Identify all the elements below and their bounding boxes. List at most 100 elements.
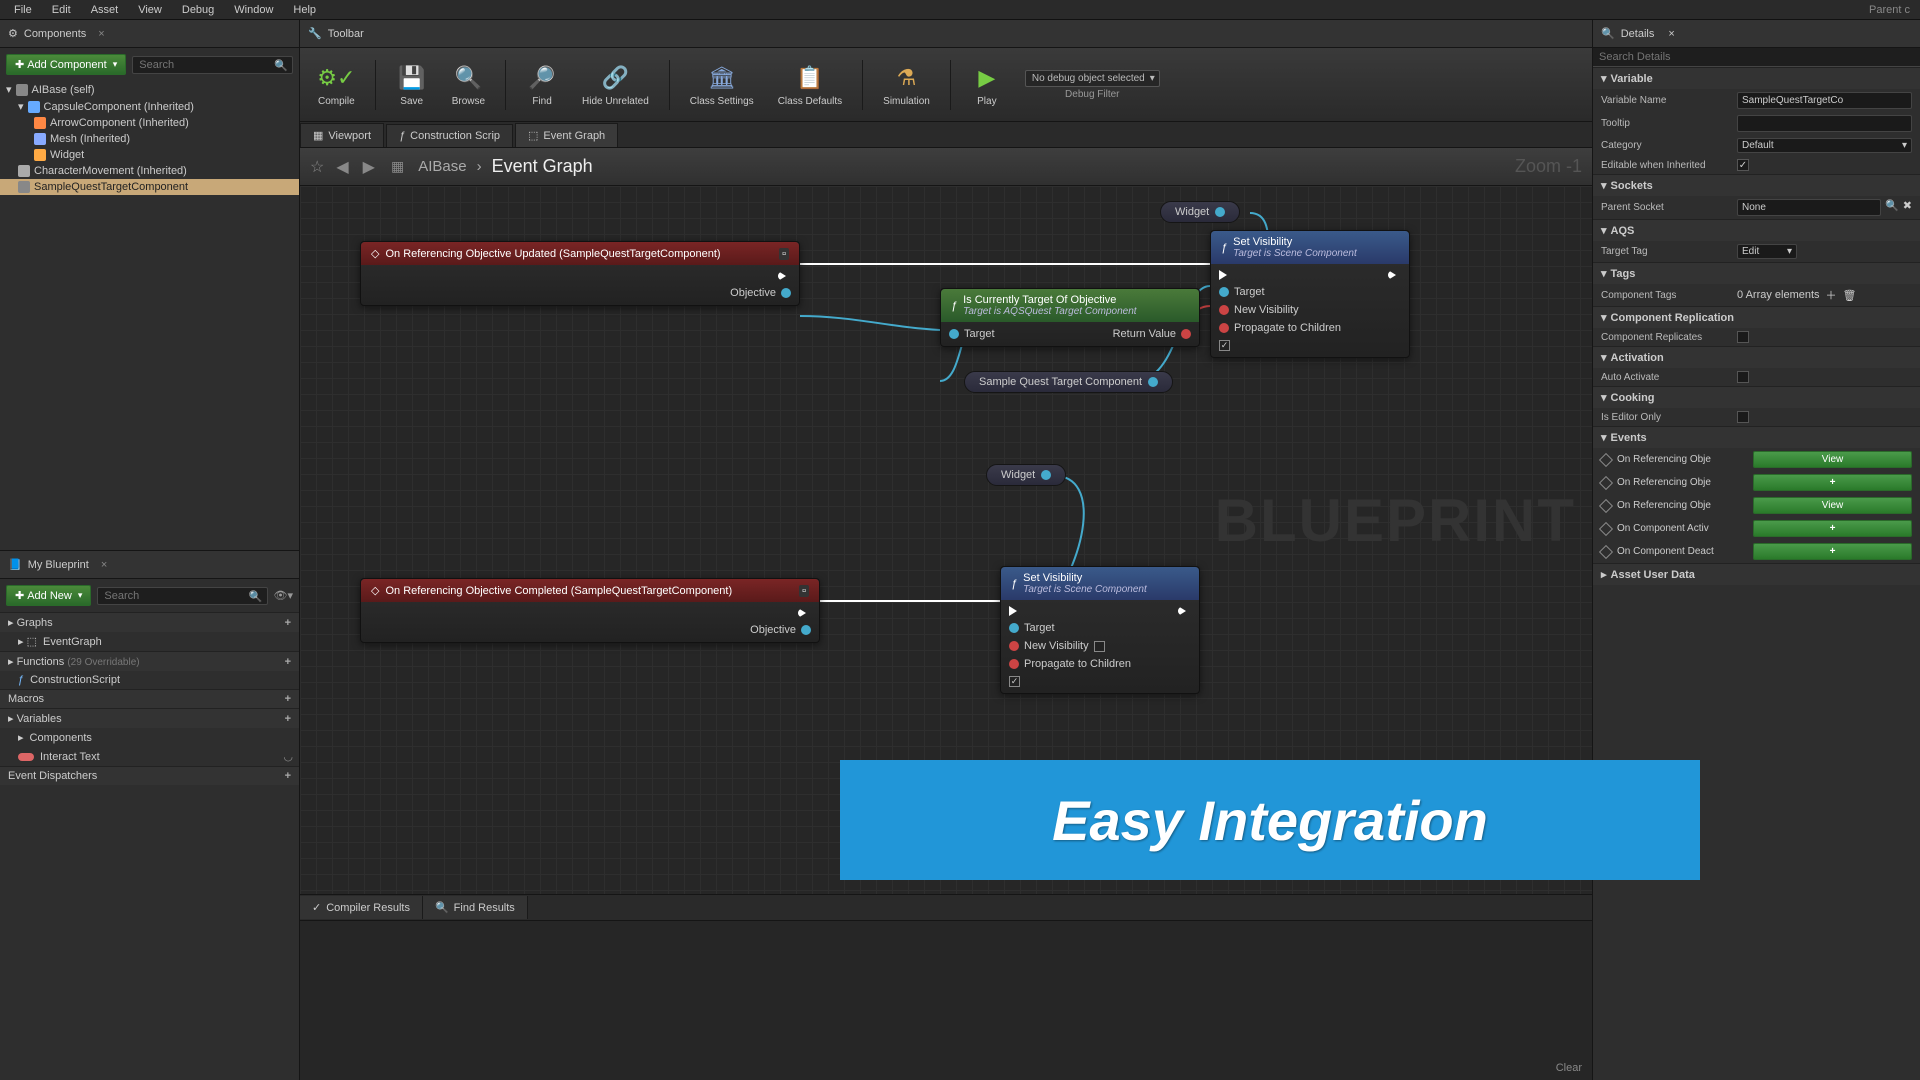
tooltip-input[interactable] [1737, 115, 1912, 132]
event-node-updated[interactable]: ◇On Referencing Objective Updated (Sampl… [360, 241, 800, 306]
class-settings-button[interactable]: 🏛Class Settings [682, 58, 762, 111]
add-function-button[interactable]: + [285, 656, 291, 668]
category-select[interactable]: Default▾ [1737, 138, 1912, 153]
add-dispatcher-button[interactable]: + [285, 770, 291, 782]
compiler-results-tab[interactable]: ✓Compiler Results [300, 896, 423, 919]
tree-row-arrow[interactable]: ArrowComponent (Inherited) [0, 115, 299, 131]
add-variable-button[interactable]: + [285, 713, 291, 725]
toolbar-tab[interactable]: 🔧 Toolbar [300, 20, 1592, 48]
newvis-pin[interactable] [1219, 305, 1229, 315]
event-add-button[interactable]: + [1753, 520, 1912, 537]
event-view-button[interactable]: View [1753, 497, 1912, 514]
myblueprint-tab[interactable]: 📘 My Blueprint × [0, 551, 299, 579]
functions-category[interactable]: ▸ Functions (29 Overridable)+ [0, 651, 299, 671]
activation-section[interactable]: ▾ Activation [1593, 347, 1920, 368]
find-button[interactable]: 🔎Find [518, 58, 566, 111]
components-tab[interactable]: ⚙ Components × [0, 20, 299, 48]
myblueprint-search[interactable]: 🔍 [97, 587, 267, 605]
editable-checkbox[interactable]: ✓ [1737, 159, 1749, 171]
return-pin[interactable] [1181, 329, 1191, 339]
samplequest-var[interactable]: Sample Quest Target Component [964, 371, 1173, 393]
tree-row-widget[interactable]: Widget [0, 147, 299, 163]
replication-section[interactable]: ▾ Component Replication [1593, 307, 1920, 328]
play-button[interactable]: ▶Play [963, 58, 1011, 111]
forward-icon[interactable]: ▶ [361, 157, 377, 177]
exec-in-pin[interactable] [1009, 606, 1022, 616]
details-tab[interactable]: 🔍 Details × [1593, 20, 1920, 48]
grid-icon[interactable]: ▦ [387, 158, 408, 175]
compile-button[interactable]: ⚙✓Compile [310, 58, 363, 111]
menu-view[interactable]: View [128, 2, 172, 18]
aqs-section[interactable]: ▾ AQS [1593, 220, 1920, 241]
exec-out-pin[interactable] [798, 608, 811, 618]
setvisibility-node-1[interactable]: ƒSet VisibilityTarget is Scene Component… [1210, 230, 1410, 358]
sockets-section[interactable]: ▾ Sockets [1593, 175, 1920, 196]
target-tag-select[interactable]: Edit▾ [1737, 244, 1797, 259]
details-search[interactable] [1593, 48, 1920, 67]
menu-window[interactable]: Window [224, 2, 283, 18]
exec-out-pin[interactable] [778, 271, 791, 281]
widget-var-2[interactable]: Widget [986, 464, 1066, 486]
variable-name-input[interactable] [1737, 92, 1912, 109]
target-pin[interactable] [949, 329, 959, 339]
eventgraph-item[interactable]: ▸ ⬚EventGraph [0, 632, 299, 651]
macros-category[interactable]: Macros+ [0, 689, 299, 708]
newvis-pin[interactable] [1009, 641, 1019, 651]
parent-socket-input[interactable] [1737, 199, 1881, 216]
back-icon[interactable]: ◀ [334, 157, 350, 177]
exec-out-pin[interactable] [1388, 270, 1401, 280]
close-icon[interactable]: × [1668, 28, 1674, 40]
visibility-icon[interactable]: 👁▾ [274, 589, 294, 602]
favorite-icon[interactable]: ☆ [310, 157, 324, 177]
function-node-istarget[interactable]: ƒIs Currently Target Of ObjectiveTarget … [940, 288, 1200, 347]
class-defaults-button[interactable]: 📋Class Defaults [770, 58, 850, 111]
target-in-pin[interactable] [1009, 623, 1019, 633]
widget-var-1[interactable]: Widget [1160, 201, 1240, 223]
target-in-pin[interactable] [1219, 287, 1229, 297]
objective-pin[interactable] [801, 625, 811, 635]
clear-results-button[interactable]: Clear [1556, 1062, 1582, 1074]
eye-closed-icon[interactable]: ◡ [283, 750, 293, 763]
variable-section[interactable]: ▾ Variable [1593, 68, 1920, 89]
graphs-category[interactable]: ▸ Graphs+ [0, 612, 299, 632]
setvisibility-node-2[interactable]: ƒSet VisibilityTarget is Scene Component… [1000, 566, 1200, 694]
assetuserdata-section[interactable]: ▸ Asset User Data [1593, 564, 1920, 585]
exec-out-pin[interactable] [1178, 606, 1191, 616]
browse-button[interactable]: 🔍Browse [444, 58, 493, 111]
event-node-completed[interactable]: ◇On Referencing Objective Completed (Sam… [360, 578, 820, 643]
event-add-button[interactable]: + [1753, 474, 1912, 491]
hide-unrelated-button[interactable]: 🔗Hide Unrelated [574, 58, 657, 111]
construction-tab[interactable]: ƒConstruction Scrip [386, 124, 513, 147]
exec-in-pin[interactable] [1219, 270, 1232, 280]
search-socket-icon[interactable]: 🔍 [1885, 199, 1899, 216]
variables-category[interactable]: ▸ Variables+ [0, 708, 299, 728]
cooking-section[interactable]: ▾ Cooking [1593, 387, 1920, 408]
autoactivate-checkbox[interactable] [1737, 371, 1749, 383]
menu-edit[interactable]: Edit [42, 2, 81, 18]
event-view-button[interactable]: View [1753, 451, 1912, 468]
eventgraph-tab[interactable]: ⬚Event Graph [515, 123, 618, 147]
simulation-button[interactable]: ⚗Simulation [875, 58, 938, 111]
tree-row-capsule[interactable]: ▾CapsuleComponent (Inherited) [0, 98, 299, 115]
propagate-checkbox[interactable]: ✓ [1219, 340, 1230, 351]
event-add-button[interactable]: + [1753, 543, 1912, 560]
propagate-pin[interactable] [1009, 659, 1019, 669]
add-component-button[interactable]: ✚ Add Component [6, 54, 126, 75]
tree-row-samplequest[interactable]: SampleQuestTargetComponent [0, 179, 299, 195]
objective-pin[interactable] [781, 288, 791, 298]
menu-debug[interactable]: Debug [172, 2, 224, 18]
components-search[interactable]: 🔍 [132, 56, 293, 74]
menu-asset[interactable]: Asset [81, 2, 129, 18]
save-button[interactable]: 💾Save [388, 58, 436, 111]
events-section[interactable]: ▾ Events [1593, 427, 1920, 448]
close-icon[interactable]: × [98, 28, 104, 40]
debug-object-select[interactable]: No debug object selected [1025, 70, 1160, 87]
close-icon[interactable]: × [101, 559, 107, 571]
tree-row-mesh[interactable]: Mesh (Inherited) [0, 131, 299, 147]
find-results-tab[interactable]: 🔍Find Results [423, 896, 528, 919]
delete-tag-icon[interactable]: 🗑 [1843, 289, 1857, 302]
constructionscript-item[interactable]: ƒConstructionScript [0, 671, 299, 689]
menu-help[interactable]: Help [283, 2, 326, 18]
add-macro-button[interactable]: + [285, 693, 291, 705]
clear-socket-icon[interactable]: ✖ [1903, 199, 1912, 216]
